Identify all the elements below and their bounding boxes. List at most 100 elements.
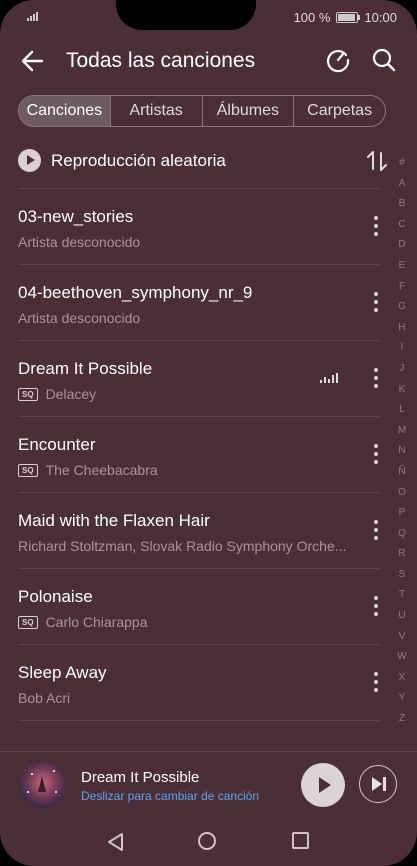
song-artist-line: Artista desconocido xyxy=(18,234,140,250)
search-icon[interactable] xyxy=(370,46,398,74)
alphabet-letter[interactable]: B xyxy=(395,194,409,215)
alphabet-letter[interactable]: X xyxy=(395,668,409,689)
song-row[interactable]: 04-beethoven_symphony_nr_9 Artista descon… xyxy=(18,264,380,340)
clock: 10:00 xyxy=(364,10,397,25)
song-artist: Bob Acri xyxy=(18,690,71,706)
more-options-icon[interactable] xyxy=(374,216,378,236)
song-row[interactable]: Polonaise SQ Carlo Chiarappa xyxy=(18,568,380,644)
alphabet-letter[interactable]: H xyxy=(395,318,409,339)
tab-artists[interactable]: Artistas xyxy=(109,96,202,126)
back-arrow-icon[interactable] xyxy=(18,46,48,76)
tab-songs[interactable]: Canciones xyxy=(19,96,110,126)
tab-albums[interactable]: Álbumes xyxy=(201,96,294,126)
more-options-icon[interactable] xyxy=(374,444,378,464)
alphabet-letter[interactable]: S xyxy=(395,565,409,586)
battery-percent: 100 % xyxy=(293,10,331,25)
nav-recents-icon[interactable] xyxy=(292,832,309,849)
song-row[interactable]: Sleep Away Bob Acri xyxy=(18,644,380,720)
alphabet-letter[interactable]: Q xyxy=(395,524,409,545)
song-title: 03-new_stories xyxy=(18,207,134,226)
alphabet-letter[interactable]: D xyxy=(395,235,409,256)
alphabet-index[interactable]: # A B C D E F G H I J K L M N Ñ O P Q R S T U V W X Y Z xyxy=(395,153,409,730)
tab-bar: Canciones Artistas Álbumes Carpetas xyxy=(18,95,386,127)
alphabet-letter[interactable]: Z xyxy=(395,709,409,730)
alphabet-letter[interactable]: U xyxy=(395,606,409,627)
alphabet-letter[interactable]: A xyxy=(395,174,409,195)
sq-badge: SQ xyxy=(18,387,38,401)
shuffle-play-row[interactable]: Reproducción aleatoria xyxy=(18,145,388,177)
alphabet-letter[interactable]: W xyxy=(395,647,409,668)
status-bar: 100 % 10:00 xyxy=(0,0,417,34)
alphabet-letter[interactable]: Ñ xyxy=(395,462,409,483)
alphabet-letter[interactable]: I xyxy=(395,338,409,359)
song-artist-line: SQ The Cheebacabra xyxy=(18,462,158,478)
song-title: Polonaise xyxy=(18,587,93,606)
alphabet-letter[interactable]: M xyxy=(395,421,409,442)
shuffle-label: Reproducción aleatoria xyxy=(51,151,226,170)
song-title: Encounter xyxy=(18,435,96,454)
song-artist: Delacey xyxy=(45,386,97,402)
song-artist-line: Bob Acri xyxy=(18,690,70,706)
song-artist: Artista desconocido xyxy=(18,310,141,326)
song-row[interactable]: 03-new_stories Artista desconocido xyxy=(18,188,380,264)
sort-icon[interactable] xyxy=(366,149,388,173)
alphabet-letter[interactable]: V xyxy=(395,627,409,648)
song-artist-line: Richard Stoltzman, Slovak Radio Symphony… xyxy=(18,538,346,554)
alphabet-letter[interactable]: F xyxy=(395,277,409,298)
alphabet-letter[interactable]: C xyxy=(395,215,409,236)
sq-badge: SQ xyxy=(18,615,38,629)
next-track-button[interactable] xyxy=(359,765,397,803)
song-artist-line: SQ Carlo Chiarappa xyxy=(18,614,148,630)
song-artist-line: Artista desconocido xyxy=(18,310,140,326)
alphabet-letter[interactable]: J xyxy=(395,359,409,380)
song-artist: Artista desconocido xyxy=(18,234,141,250)
tab-folders[interactable]: Carpetas xyxy=(293,96,385,126)
scan-refresh-icon[interactable] xyxy=(324,46,352,74)
alphabet-letter[interactable]: P xyxy=(395,503,409,524)
signal-icon xyxy=(27,12,38,21)
play-circle-icon xyxy=(18,149,41,172)
battery-icon xyxy=(336,12,361,23)
alphabet-letter[interactable]: Y xyxy=(395,688,409,709)
more-options-icon[interactable] xyxy=(374,520,378,540)
phone-screen: 100 % 10:00 Todas las canciones Cancione… xyxy=(0,0,417,866)
nav-back-icon[interactable] xyxy=(106,832,126,852)
now-playing-title: Dream It Possible xyxy=(81,769,200,786)
page-title: Todas las canciones xyxy=(66,49,256,72)
alphabet-letter[interactable]: T xyxy=(395,585,409,606)
song-title: Dream It Possible xyxy=(18,359,153,378)
nav-home-icon[interactable] xyxy=(198,832,216,850)
app-header: Todas las canciones xyxy=(0,40,417,84)
alphabet-letter[interactable]: K xyxy=(395,380,409,401)
system-nav-bar xyxy=(0,818,417,866)
swipe-hint: Deslizar para cambiar de canción xyxy=(81,789,260,803)
song-title: 04-beethoven_symphony_nr_9 xyxy=(18,283,253,302)
alphabet-letter[interactable]: G xyxy=(395,297,409,318)
mini-player[interactable]: Dream It Possible Deslizar para cambiar … xyxy=(0,751,417,818)
alphabet-letter[interactable]: R xyxy=(395,544,409,565)
list-divider xyxy=(18,720,380,721)
alphabet-letter[interactable]: # xyxy=(395,153,409,174)
song-artist: Carlo Chiarappa xyxy=(45,614,148,630)
album-cover xyxy=(20,762,66,808)
song-row[interactable]: Maid with the Flaxen Hair Richard Stoltzm… xyxy=(18,492,380,568)
skip-next-icon xyxy=(372,777,382,791)
more-options-icon[interactable] xyxy=(374,672,378,692)
song-artist: The Cheebacabra xyxy=(45,462,158,478)
sq-badge: SQ xyxy=(18,463,38,477)
alphabet-letter[interactable]: O xyxy=(395,483,409,504)
more-options-icon[interactable] xyxy=(374,596,378,616)
song-title: Sleep Away xyxy=(18,663,107,682)
play-button[interactable] xyxy=(301,763,345,807)
more-options-icon[interactable] xyxy=(374,368,378,388)
song-artist: Richard Stoltzman, Slovak Radio Symphony… xyxy=(18,538,347,554)
alphabet-letter[interactable]: L xyxy=(395,400,409,421)
alphabet-letter[interactable]: E xyxy=(395,256,409,277)
song-row[interactable]: Dream It Possible SQ Delacey xyxy=(18,340,380,416)
song-artist-line: SQ Delacey xyxy=(18,386,96,402)
song-title: Maid with the Flaxen Hair xyxy=(18,511,210,530)
song-list: 03-new_stories Artista desconocido 04-beet… xyxy=(18,188,380,721)
alphabet-letter[interactable]: N xyxy=(395,441,409,462)
more-options-icon[interactable] xyxy=(374,292,378,312)
song-row[interactable]: Encounter SQ The Cheebacabra xyxy=(18,416,380,492)
